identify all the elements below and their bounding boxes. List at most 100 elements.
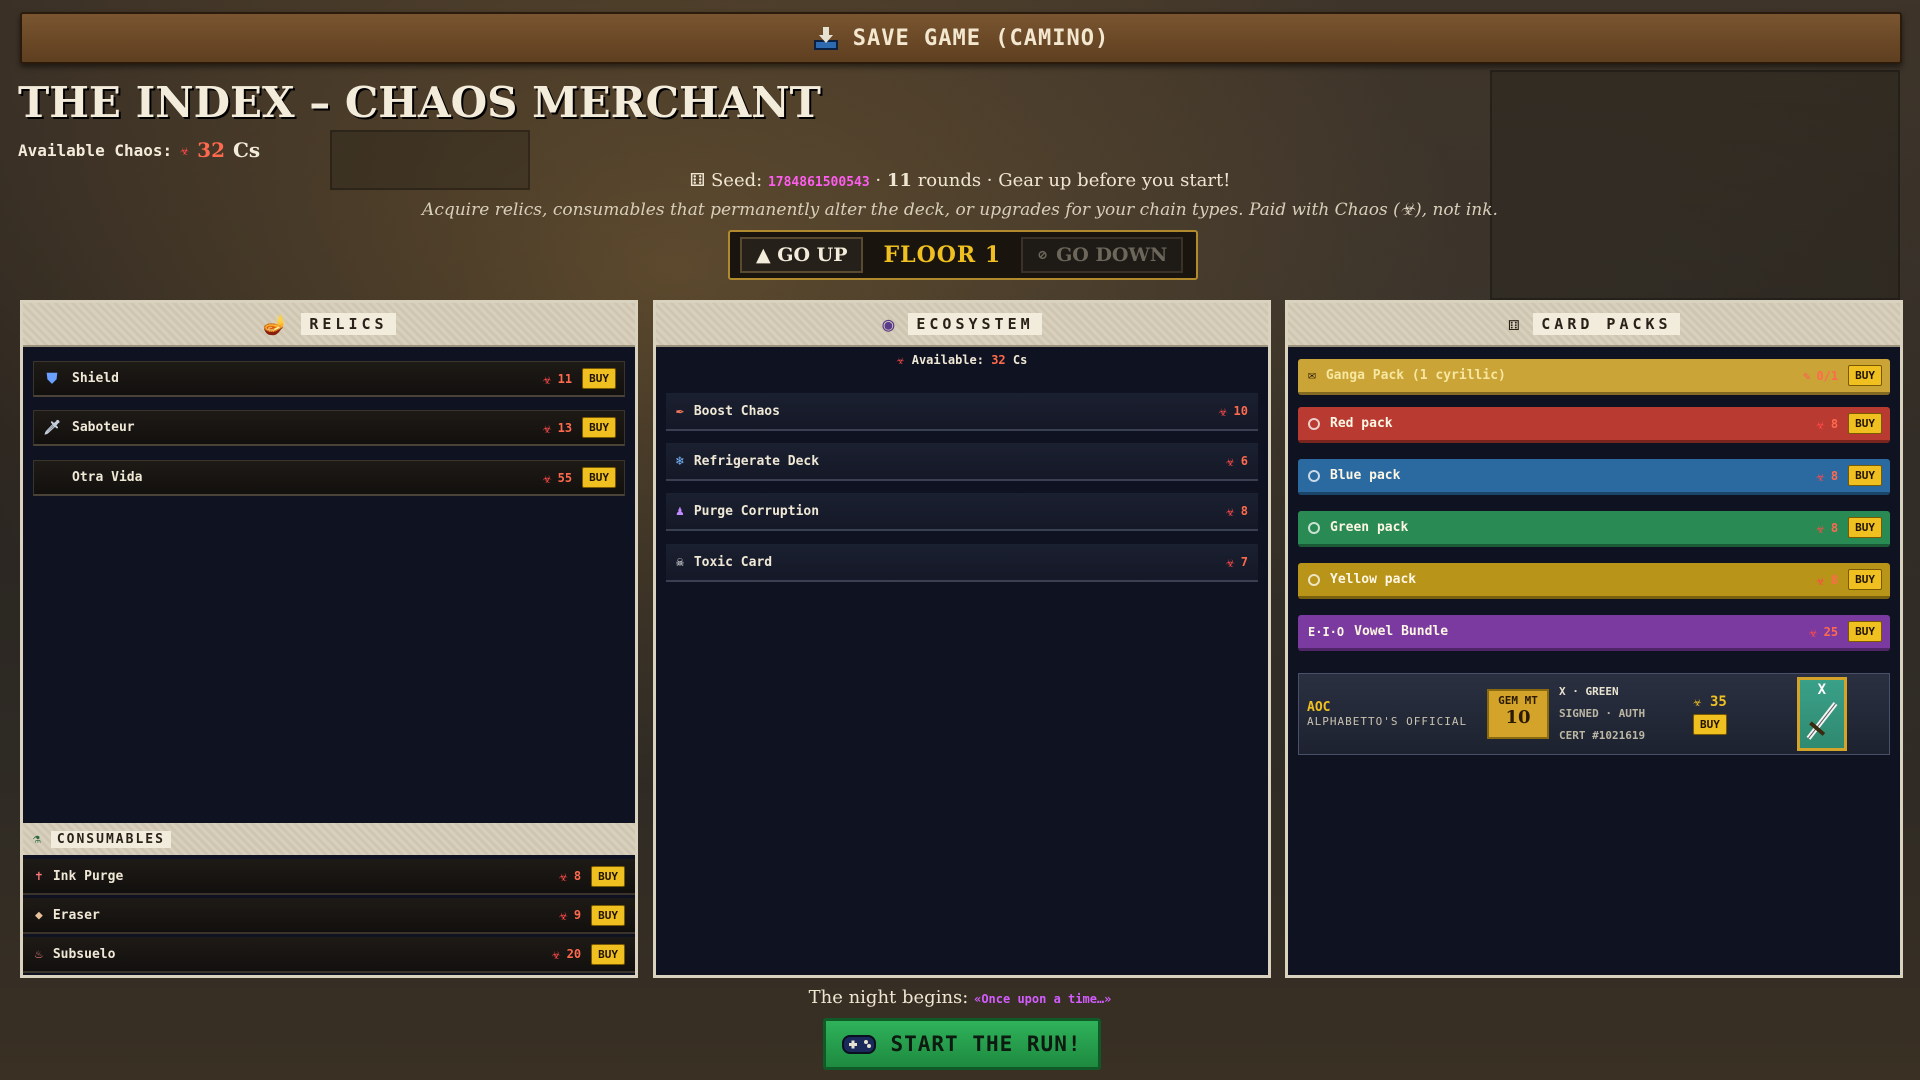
graded-price-value: 35 bbox=[1709, 693, 1727, 710]
consumable-price-value: 20 bbox=[566, 947, 582, 961]
pack-row-red[interactable]: Red pack ☣ 8 BUY bbox=[1298, 407, 1890, 443]
relic-price: ☣ 13 bbox=[543, 419, 572, 437]
buy-button[interactable]: BUY bbox=[1848, 517, 1882, 538]
pack-price-value: 8 bbox=[1830, 520, 1839, 535]
orb-icon: ◉ bbox=[882, 312, 899, 336]
consumable-price: ☣ 8 bbox=[559, 867, 581, 885]
buy-button[interactable]: BUY bbox=[591, 865, 625, 887]
card-packs-title: CARD PACKS bbox=[1533, 313, 1680, 335]
buy-button[interactable]: BUY bbox=[582, 467, 616, 488]
chaos-icon: ☣ bbox=[542, 369, 552, 388]
pack-price-value: 0/1 bbox=[1816, 368, 1839, 383]
graded-card-row[interactable]: AOC ALPHABETTO'S OFFICIAL GEM MT 10 X · … bbox=[1298, 673, 1890, 755]
buy-button[interactable]: BUY bbox=[1848, 413, 1882, 434]
ecosystem-name: Toxic Card bbox=[693, 554, 773, 570]
card-thumbnail[interactable]: X bbox=[1796, 677, 1847, 751]
graded-card-price: ☣ 35 BUY bbox=[1693, 694, 1727, 735]
relic-price-value: 55 bbox=[557, 470, 573, 485]
pack-price-value: 25 bbox=[1823, 624, 1839, 639]
eraser-icon: ◆ bbox=[35, 907, 43, 923]
pack-price-value: 8 bbox=[1830, 416, 1839, 431]
ecosystem-available-value: 32 bbox=[991, 353, 1006, 367]
pack-name: Ganga Pack (1 cyrillic) bbox=[1325, 368, 1506, 383]
save-game-button[interactable]: SAVE GAME (CAMINO) bbox=[20, 12, 1902, 64]
buy-button[interactable]: BUY bbox=[1848, 621, 1882, 642]
buy-button[interactable]: BUY bbox=[1848, 569, 1882, 590]
pack-row-green[interactable]: Green pack ☣ 8 BUY bbox=[1298, 511, 1890, 547]
circle-icon bbox=[1308, 469, 1320, 482]
shield-icon: ⛊ bbox=[46, 370, 58, 387]
gem-label: GEM MT bbox=[1498, 694, 1538, 707]
pack-price: ☣ 8 bbox=[1816, 467, 1838, 485]
pack-row-ganga[interactable]: ✉ Ganga Pack (1 cyrillic) ✎ 0/1 BUY bbox=[1298, 359, 1890, 395]
sword-icon bbox=[1806, 702, 1838, 740]
ecosystem-name: Refrigerate Deck bbox=[693, 453, 820, 469]
chaos-icon: ☣ bbox=[551, 945, 561, 963]
chaos-icon: ☣ bbox=[1225, 553, 1235, 571]
pack-price: ✎ 0/1 bbox=[1803, 369, 1838, 383]
available-chaos-unit: Cs bbox=[233, 138, 261, 162]
pack-price: ☣ 8 bbox=[1816, 415, 1838, 433]
chaos-icon: ☣ bbox=[1225, 502, 1235, 520]
relic-row[interactable]: Otra Vida ☣ 55 BUY bbox=[33, 460, 625, 496]
ecosystem-available: ☣ Available: 32 Cs bbox=[656, 353, 1268, 368]
ecosystem-title: ECOSYSTEM bbox=[908, 313, 1042, 335]
ecosystem-row[interactable]: ✒ Boost Chaos ☣ 10 bbox=[666, 393, 1258, 431]
pack-price: ☣ 8 bbox=[1816, 519, 1838, 537]
pack-row-blue[interactable]: Blue pack ☣ 8 BUY bbox=[1298, 459, 1890, 495]
relic-row[interactable]: ⛊ Shield ☣ 11 BUY bbox=[33, 361, 625, 397]
ecosystem-row[interactable]: ❄ Refrigerate Deck ☣ 6 bbox=[666, 443, 1258, 481]
chaos-icon: ☣ bbox=[1808, 622, 1818, 641]
go-down-button[interactable]: ⊘ GO DOWN bbox=[1021, 237, 1184, 273]
available-chaos: Available Chaos: ☣ 32 Cs bbox=[18, 138, 260, 162]
page-title: THE INDEX – CHAOS MERCHANT bbox=[18, 78, 821, 127]
ecosystem-price: ☣ 6 bbox=[1226, 452, 1248, 470]
buy-button[interactable]: BUY bbox=[591, 904, 625, 926]
buy-button[interactable]: BUY bbox=[591, 943, 625, 965]
pack-row-yellow[interactable]: Yellow pack ☣ 8 BUY bbox=[1298, 563, 1890, 599]
buy-button[interactable]: BUY bbox=[582, 368, 616, 389]
circle-icon bbox=[1308, 417, 1320, 430]
pack-price: ☣ 8 bbox=[1816, 571, 1838, 589]
go-up-button[interactable]: ▲ GO UP bbox=[740, 237, 864, 273]
consumable-name: Eraser bbox=[52, 907, 100, 923]
envelope-icon: ✉ bbox=[1308, 368, 1316, 383]
relic-price: ☣ 55 bbox=[543, 469, 572, 487]
relics-title: RELICS bbox=[301, 313, 396, 335]
consumable-name: Subsuelo bbox=[52, 946, 116, 962]
chaos-icon: ☣ bbox=[1815, 414, 1825, 433]
ecosystem-row[interactable]: ♟ Purge Corruption ☣ 8 bbox=[666, 493, 1258, 531]
chaos-icon: ☣ bbox=[180, 141, 190, 159]
buy-button[interactable]: BUY bbox=[582, 417, 616, 438]
dagger-icon: 🗡 bbox=[43, 419, 61, 436]
buy-button[interactable]: BUY bbox=[1848, 465, 1882, 486]
consumable-row[interactable]: ♨ Subsuelo ☣ 20 BUY bbox=[23, 937, 635, 973]
pack-name: Red pack bbox=[1330, 416, 1393, 431]
dice-icon: ⚅ bbox=[689, 170, 706, 191]
chaos-icon: ☣ bbox=[1693, 693, 1702, 710]
feather-icon: ✒ bbox=[676, 403, 684, 419]
consumable-row[interactable]: ✝ Ink Purge ☣ 8 BUY bbox=[23, 859, 635, 895]
pack-row-vowel[interactable]: E·I·O Vowel Bundle ☣ 25 BUY bbox=[1298, 615, 1890, 651]
buy-button[interactable]: BUY bbox=[1693, 713, 1727, 735]
ink-icon: ✝ bbox=[35, 868, 43, 884]
ecosystem-name: Boost Chaos bbox=[693, 403, 780, 419]
skull-icon: ☠ bbox=[676, 554, 684, 570]
start-run-button[interactable]: START THE RUN! bbox=[823, 1018, 1101, 1070]
bottle-icon: ♨ bbox=[35, 946, 43, 962]
chaos-icon: ☣ bbox=[896, 353, 905, 368]
relic-name: Otra Vida bbox=[72, 470, 143, 485]
card-line-3: CERT #1021619 bbox=[1559, 729, 1646, 742]
chaos-icon: ☣ bbox=[1815, 466, 1825, 485]
ecosystem-price: ☣ 10 bbox=[1219, 402, 1248, 420]
relic-row[interactable]: 🗡 Saboteur ☣ 13 BUY bbox=[33, 410, 625, 446]
lamp-icon: 🪔 bbox=[262, 312, 292, 336]
ecosystem-row[interactable]: ☠ Toxic Card ☣ 7 bbox=[666, 544, 1258, 582]
consumable-row[interactable]: ◆ Eraser ☣ 9 BUY bbox=[23, 898, 635, 934]
relic-name: Saboteur bbox=[72, 420, 135, 435]
relics-panel: 🪔 RELICS ⛊ Shield ☣ 11 BUY 🗡 Saboteur ☣ 13… bbox=[20, 300, 638, 978]
floor-label: FLOOR 1 bbox=[883, 242, 1002, 268]
buy-button[interactable]: BUY bbox=[1848, 365, 1882, 386]
circle-icon bbox=[1308, 521, 1320, 534]
save-game-label: SAVE GAME (CAMINO) bbox=[852, 25, 1110, 51]
